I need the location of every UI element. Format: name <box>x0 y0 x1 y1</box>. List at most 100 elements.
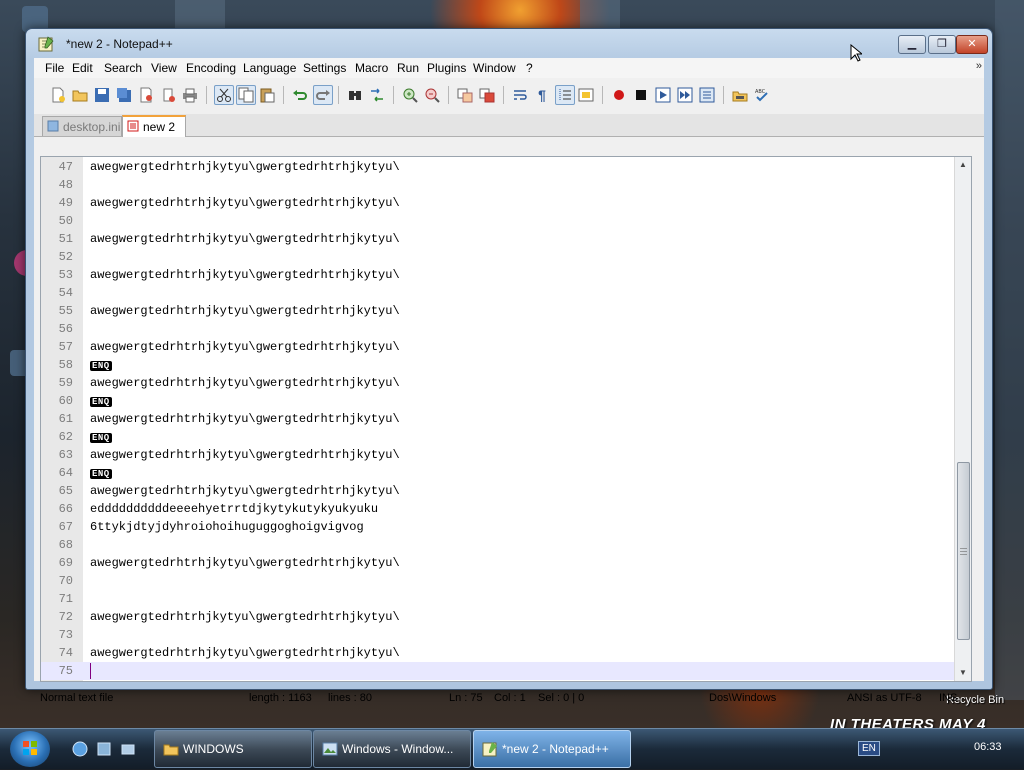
sync-vertical-button[interactable] <box>456 86 474 104</box>
minimize-button[interactable]: ▁ <box>898 35 926 54</box>
word-wrap-button[interactable] <box>511 86 529 104</box>
zoom-in-button[interactable] <box>401 86 419 104</box>
maximize-button[interactable]: ❐ <box>928 35 956 54</box>
scroll-down-arrow-icon[interactable]: ▼ <box>955 665 971 681</box>
editor-line[interactable]: 53 awegwergtedrhtrhjkytyu\gwergtedrhtrhjk… <box>41 266 971 284</box>
close-button[interactable]: ✕ <box>956 35 988 54</box>
editor-line[interactable]: 59 awegwergtedrhtrhjkytyu\gwergtedrhtrhjk… <box>41 374 971 392</box>
copy-button[interactable] <box>236 85 256 105</box>
text-editor[interactable]: 47 awegwergtedrhtrhjkytyu\gwergtedrhtrhjk… <box>40 156 972 682</box>
editor-line[interactable]: 50 <box>41 212 971 230</box>
vertical-scrollbar[interactable]: ▲ — — — ▼ <box>954 157 971 681</box>
new-file-button[interactable] <box>49 86 67 104</box>
save-macro-button[interactable] <box>698 86 716 104</box>
editor-line[interactable]: 72 awegwergtedrhtrhjkytyu\gwergtedrhtrhjk… <box>41 608 971 626</box>
scroll-up-arrow-icon[interactable]: ▲ <box>955 157 971 173</box>
close-file-button[interactable] <box>137 86 155 104</box>
indent-guide-button[interactable] <box>555 85 575 105</box>
quick-launch-icon[interactable] <box>120 741 136 757</box>
editor-line[interactable]: 57 awegwergtedrhtrhjkytyu\gwergtedrhtrhjk… <box>41 338 971 356</box>
menu-search[interactable]: Search <box>104 61 142 75</box>
record-macro-button[interactable] <box>610 86 628 104</box>
editor-line[interactable]: 73 <box>41 626 971 644</box>
editor-line[interactable]: 47 awegwergtedrhtrhjkytyu\gwergtedrhtrhjk… <box>41 158 971 176</box>
start-button[interactable] <box>10 731 50 767</box>
spell-check-button[interactable]: ABC <box>753 86 771 104</box>
run-macro-multiple-button[interactable] <box>676 86 694 104</box>
editor-line[interactable]: 48 <box>41 176 971 194</box>
line-text: ENQ <box>90 466 112 480</box>
editor-line[interactable]: 63 awegwergtedrhtrhjkytyu\gwergtedrhtrhjk… <box>41 446 971 464</box>
editor-line[interactable]: 62 ENQ <box>41 428 971 446</box>
line-number: 49 <box>58 196 73 210</box>
sync-horizontal-button[interactable] <box>478 86 496 104</box>
editor-line[interactable]: 71 <box>41 590 971 608</box>
editor-line[interactable]: 61 awegwergtedrhtrhjkytyu\gwergtedrhtrhjk… <box>41 410 971 428</box>
save-button[interactable] <box>93 86 111 104</box>
scrollbar-thumb[interactable]: — — — <box>957 462 970 640</box>
taskbar-item-windows-folder[interactable]: WINDOWS <box>154 730 312 768</box>
close-all-button[interactable] <box>159 86 177 104</box>
status-file-type: Normal text file <box>40 692 114 704</box>
tab-desktop-ini[interactable]: desktop.ini <box>42 116 122 136</box>
folder-tree-icon <box>732 91 748 102</box>
show-all-chars-button[interactable]: ¶ <box>533 86 551 104</box>
editor-line[interactable]: 75 <box>41 662 971 680</box>
open-file-button[interactable] <box>71 86 89 104</box>
quick-launch-icon[interactable] <box>72 741 88 757</box>
editor-line[interactable]: 68 <box>41 536 971 554</box>
quick-launch-icon[interactable] <box>96 741 112 757</box>
menu-encoding[interactable]: Encoding <box>186 61 236 75</box>
taskbar-item-windows-explorer[interactable]: Windows - Window... <box>313 730 471 768</box>
undo-button[interactable] <box>291 86 309 104</box>
editor-line[interactable]: 55 awegwergtedrhtrhjkytyu\gwergtedrhtrhjk… <box>41 302 971 320</box>
editor-line[interactable]: 67 6ttykjdtyjdyhroiohoihuguggoghoigvigvog <box>41 518 971 536</box>
user-language-button[interactable] <box>577 86 595 104</box>
menu-settings[interactable]: Settings <box>303 61 346 75</box>
editor-line[interactable]: 74 awegwergtedrhtrhjkytyu\gwergtedrhtrhjk… <box>41 644 971 662</box>
title-bar[interactable]: *new 2 - Notepad++ ▁ ❐ ✕ <box>26 29 992 57</box>
menu-plugins[interactable]: Plugins <box>427 61 466 75</box>
zoom-out-button[interactable] <box>423 86 441 104</box>
editor-line[interactable]: 69 awegwergtedrhtrhjkytyu\gwergtedrhtrhjk… <box>41 554 971 572</box>
print-button[interactable] <box>181 86 199 104</box>
menu-run[interactable]: Run <box>397 61 419 75</box>
editor-line[interactable]: 56 <box>41 320 971 338</box>
stop-macro-button[interactable] <box>632 86 650 104</box>
redo-button[interactable] <box>313 85 333 105</box>
cut-button[interactable] <box>214 85 234 105</box>
tab-new-2[interactable]: new 2 <box>122 115 186 137</box>
language-indicator[interactable]: EN <box>858 741 880 756</box>
editor-line[interactable]: 54 <box>41 284 971 302</box>
editor-line[interactable]: 60 ENQ <box>41 392 971 410</box>
menu-view[interactable]: View <box>151 61 177 75</box>
launch-browser-button[interactable] <box>731 86 749 104</box>
system-clock[interactable]: 06:33 <box>974 741 1002 753</box>
toolbar-separator <box>602 86 603 104</box>
editor-line[interactable]: 66 eddddddddddeeeehyetrrtdjkytykutykyukyu… <box>41 500 971 518</box>
taskbar-item-notepadpp[interactable]: *new 2 - Notepad++ <box>473 730 631 768</box>
menu-file[interactable]: File <box>45 61 64 75</box>
editor-line[interactable]: 65 awegwergtedrhtrhjkytyu\gwergtedrhtrhjk… <box>41 482 971 500</box>
editor-line[interactable]: 49 awegwergtedrhtrhjkytyu\gwergtedrhtrhjk… <box>41 194 971 212</box>
save-all-button[interactable] <box>115 86 133 104</box>
zoom-out-icon <box>425 88 440 103</box>
editor-line[interactable]: 64 ENQ <box>41 464 971 482</box>
paste-button[interactable] <box>258 86 276 104</box>
editor-line[interactable]: 58 ENQ <box>41 356 971 374</box>
editor-line[interactable]: 51 awegwergtedrhtrhjkytyu\gwergtedrhtrhjk… <box>41 230 971 248</box>
find-button[interactable] <box>346 86 364 104</box>
line-number: 62 <box>58 430 73 444</box>
menu-macro[interactable]: Macro <box>355 61 388 75</box>
editor-line[interactable]: 70 <box>41 572 971 590</box>
menu-overflow-chevron[interactable]: » <box>976 60 982 72</box>
menu-language[interactable]: Language <box>243 61 296 75</box>
play-macro-button[interactable] <box>654 86 672 104</box>
menu-help[interactable]: ? <box>526 61 533 75</box>
user-language-icon <box>578 88 594 102</box>
menu-edit[interactable]: Edit <box>72 61 93 75</box>
replace-button[interactable] <box>368 86 386 104</box>
menu-window[interactable]: Window <box>473 61 516 75</box>
editor-line[interactable]: 52 <box>41 248 971 266</box>
folder-icon <box>163 744 179 756</box>
